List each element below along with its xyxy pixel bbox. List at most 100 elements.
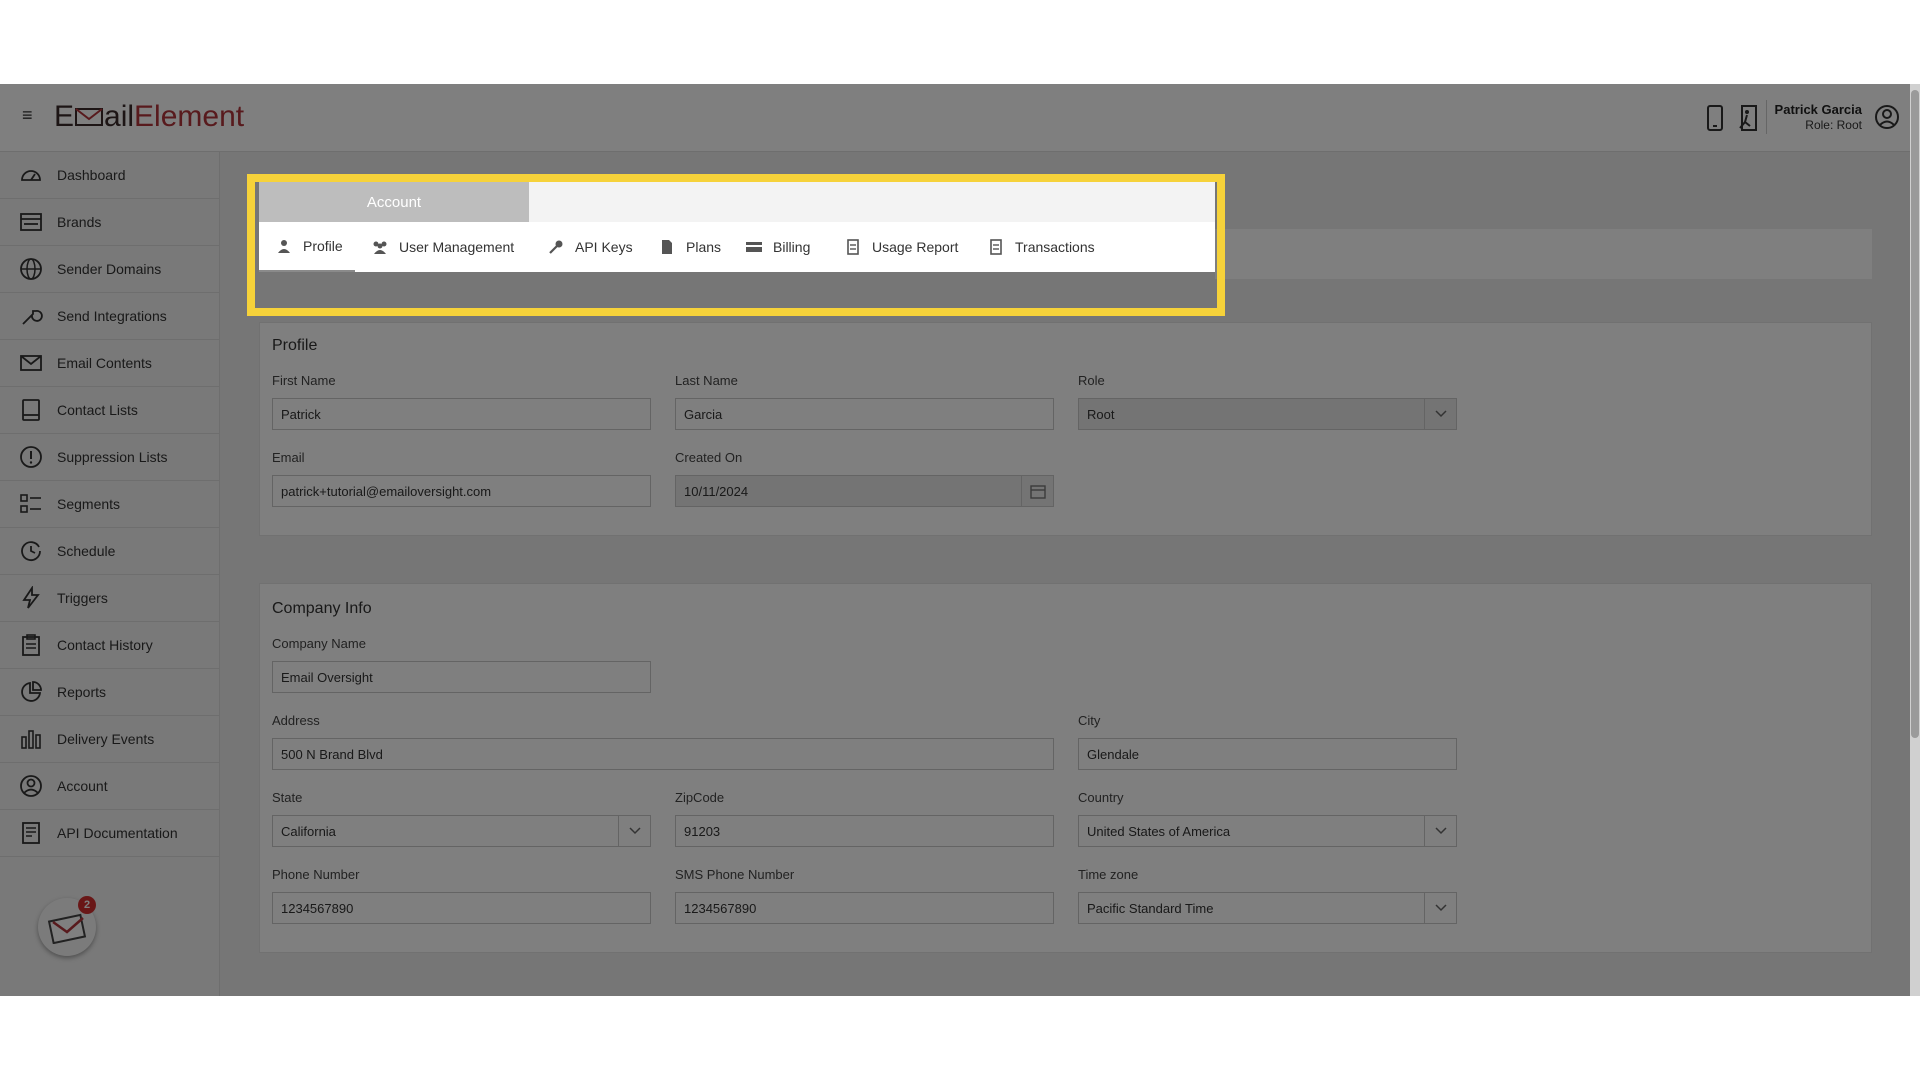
tab-label: Usage Report (872, 239, 959, 255)
tab-user-management[interactable]: User Management (371, 222, 514, 272)
tab-api-keys[interactable]: API Keys (547, 222, 633, 272)
tab-strip-extension (1215, 229, 1872, 279)
logo-text-3: Element (134, 100, 245, 133)
app-window: ≡ EailElement Patrick Garcia Role: Root … (0, 84, 1920, 996)
sidebar-item-brands[interactable]: Brands (0, 199, 220, 246)
tab-profile[interactable]: Profile (259, 222, 355, 272)
timezone-label: Time zone (1078, 867, 1139, 882)
sidebar-item-label: Send Integrations (57, 308, 167, 324)
logo-text-2: ail (104, 100, 135, 133)
tab-transactions[interactable]: Transactions (987, 222, 1095, 272)
clipboard-icon (18, 632, 44, 658)
country-label: Country (1078, 790, 1124, 805)
segments-icon (18, 491, 44, 517)
alert-circle-icon (18, 444, 44, 470)
sms-phone-field[interactable]: 1234567890 (675, 892, 1054, 924)
envelope-icon (18, 350, 44, 376)
company-name-label: Company Name (272, 636, 366, 651)
role-select[interactable]: Root (1078, 398, 1457, 430)
sidebar-item-account[interactable]: Account (0, 763, 220, 810)
city-field[interactable]: Glendale (1078, 738, 1457, 770)
logo[interactable]: EailElement (54, 100, 244, 134)
wrench-icon (18, 303, 44, 329)
sidebar-item-delivery-events[interactable]: Delivery Events (0, 716, 220, 763)
tab-label: Profile (303, 238, 343, 254)
phone-field[interactable]: 1234567890 (272, 892, 651, 924)
last-name-field[interactable]: Garcia (675, 398, 1054, 430)
role-value: Root (1087, 406, 1115, 422)
receipt-icon (987, 238, 1005, 256)
sidebar-item-label: Dashboard (57, 167, 126, 183)
bolt-icon (18, 585, 44, 611)
logo-envelope-icon (75, 108, 104, 126)
exit-icon[interactable] (1734, 104, 1760, 132)
chevron-down-icon (1424, 816, 1456, 846)
sidebar-item-label: Brands (57, 214, 102, 230)
sidebar-item-label: Schedule (57, 543, 116, 559)
sidebar-item-contact-history[interactable]: Contact History (0, 622, 220, 669)
account-subtabs: Profile User Management API Keys Plans B… (259, 222, 1215, 272)
sidebar-item-label: Reports (57, 684, 107, 700)
address-field[interactable]: 500 N Brand Blvd (272, 738, 1054, 770)
tab-account[interactable]: Account (259, 182, 529, 222)
created-on-label: Created On (675, 450, 743, 465)
bar-chart-icon (18, 726, 44, 752)
brands-icon (18, 209, 44, 235)
phone-icon[interactable] (1702, 104, 1728, 132)
document-icon (18, 820, 44, 846)
created-on-value: 10/11/2024 (684, 483, 749, 499)
first-name-field[interactable]: Patrick (272, 398, 651, 430)
sidebar-item-email-contents[interactable]: Email Contents (0, 340, 220, 387)
tutorial-highlight: Account Profile User Management API Keys… (247, 174, 1225, 316)
user-name[interactable]: Patrick Garcia (1775, 102, 1862, 117)
sidebar-item-send-integrations[interactable]: Send Integrations (0, 293, 220, 340)
tab-billing[interactable]: Billing (745, 222, 810, 272)
sidebar-item-segments[interactable]: Segments (0, 481, 220, 528)
sidebar-item-label: Delivery Events (57, 731, 155, 747)
company-name-field[interactable]: Email Oversight (272, 661, 651, 693)
sidebar-item-schedule[interactable]: Schedule (0, 528, 220, 575)
menu-icon[interactable]: ≡ (22, 106, 40, 124)
tab-label: Plans (686, 239, 722, 255)
sidebar-item-reports[interactable]: Reports (0, 669, 220, 716)
company-title: Company Info (272, 600, 372, 617)
sidebar-item-sender-domains[interactable]: Sender Domains (0, 246, 220, 293)
notification-badge: 2 (78, 896, 96, 914)
top-bar: ≡ EailElement Patrick Garcia Role: Root (0, 84, 1920, 152)
sidebar-item-contact-lists[interactable]: Contact Lists (0, 387, 220, 434)
sidebar-item-label: Account (57, 778, 108, 794)
state-value: California (281, 823, 336, 839)
tab-label: API Keys (575, 239, 633, 255)
state-select[interactable]: California (272, 815, 651, 847)
sidebar-item-api-documentation[interactable]: API Documentation (0, 810, 220, 857)
created-on-field[interactable]: 10/11/2024 (675, 475, 1054, 507)
plans-icon (658, 238, 676, 256)
person-icon (275, 237, 293, 255)
timezone-select[interactable]: Pacific Standard Time (1078, 892, 1457, 924)
scrollbar-thumb[interactable] (1911, 90, 1919, 738)
book-icon (18, 397, 44, 423)
sidebar-item-label: Contact Lists (57, 402, 138, 418)
user-circle-icon[interactable] (1874, 104, 1900, 130)
tab-label: Billing (773, 239, 811, 255)
sidebar-item-suppression-lists[interactable]: Suppression Lists (0, 434, 220, 481)
email-field[interactable]: patrick+tutorial@emailoversight.com (272, 475, 651, 507)
country-select[interactable]: United States of America (1078, 815, 1457, 847)
tab-plans[interactable]: Plans (658, 222, 721, 272)
zipcode-field[interactable]: 91203 (675, 815, 1054, 847)
report-icon (844, 238, 862, 256)
tab-label: Transactions (1015, 239, 1095, 255)
sidebar-item-label: Email Contents (57, 355, 152, 371)
sidebar-item-dashboard[interactable]: Dashboard (0, 152, 220, 199)
clock-icon (18, 538, 44, 564)
role-label: Role (1078, 373, 1105, 388)
last-name-label: Last Name (675, 373, 738, 388)
profile-card: Profile First Name Patrick Last Name Gar… (259, 322, 1872, 536)
credit-card-icon (745, 238, 763, 256)
sidebar-item-triggers[interactable]: Triggers (0, 575, 220, 622)
tab-usage-report[interactable]: Usage Report (844, 222, 958, 272)
calendar-icon[interactable] (1021, 476, 1053, 506)
profile-title: Profile (272, 337, 318, 354)
email-label: Email (272, 450, 305, 465)
chevron-down-icon (1424, 893, 1456, 923)
